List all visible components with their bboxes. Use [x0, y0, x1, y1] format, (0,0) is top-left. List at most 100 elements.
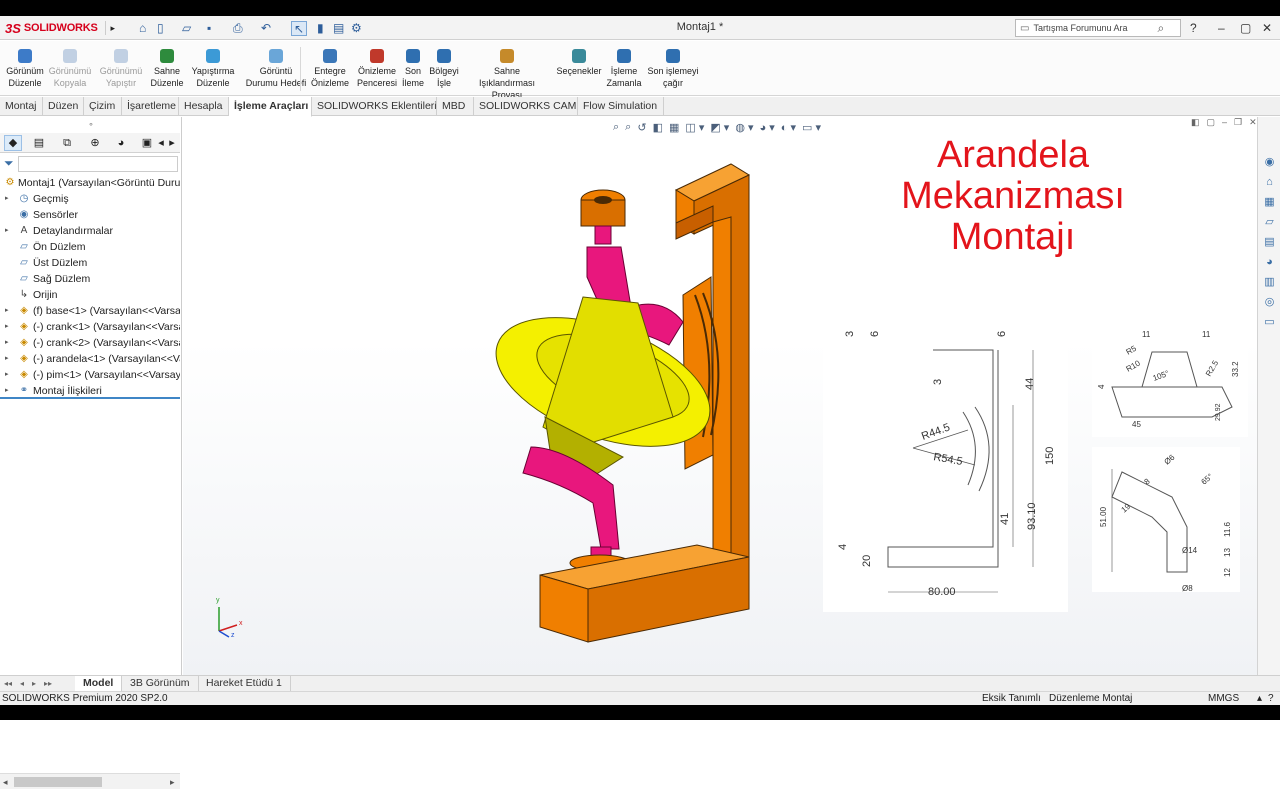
tree-item[interactable]: ⚙ Montaj1 (Varsayılan<Görüntü Durumu	[0, 175, 180, 191]
home-tab-icon[interactable]: ⌂	[1262, 175, 1277, 190]
featuremanager-tab-icon[interactable]: ◆	[4, 135, 22, 151]
tree-item[interactable]: ▸ ◈ (f) base<1> (Varsayılan<<Varsayıl	[0, 303, 180, 319]
tree-item[interactable]: ↳ Orijin	[0, 287, 180, 303]
expand-arrow-icon[interactable]: ▸	[5, 351, 9, 367]
help-icon[interactable]: ?	[1190, 21, 1197, 36]
tab-5[interactable]: İşleme Araçları	[229, 97, 312, 117]
tab-0[interactable]: Montaj	[0, 97, 43, 116]
restore-window-icon[interactable]: ▢	[1240, 21, 1251, 36]
triad-y-label: y	[216, 597, 220, 604]
solidworks-forum-icon[interactable]: ◎	[1262, 295, 1277, 310]
tab-7[interactable]: MBD	[437, 97, 474, 116]
ribbon-button-12[interactable]: İşleme Zamanla	[604, 49, 644, 89]
new-document-icon[interactable]: ▯	[157, 21, 164, 36]
tree-item[interactable]: ▸ ◈ (-) crank<1> (Varsayılan<<Varsay	[0, 319, 180, 335]
expand-arrow-icon[interactable]: ▸	[5, 335, 9, 351]
expand-arrow-icon[interactable]: ▸	[5, 367, 9, 383]
close-window-icon[interactable]: ✕	[1262, 21, 1272, 36]
file-explorer-icon[interactable]: ▱	[1262, 215, 1277, 230]
tab-2[interactable]: Çizim	[84, 97, 122, 116]
ribbon-button-2[interactable]: Görünümü Yapıştır	[97, 49, 145, 89]
appearances-icon[interactable]: ◕	[1262, 255, 1277, 270]
undo-icon[interactable]: ↶	[261, 21, 271, 36]
save-icon[interactable]: ▪	[207, 21, 211, 36]
cam-tab-icon[interactable]: ▣	[138, 135, 156, 151]
ribbon-button-13[interactable]: Son işlemeyi çağır	[645, 49, 701, 89]
minimize-window-icon[interactable]: –	[1218, 21, 1225, 36]
bottom-tab-2[interactable]: Hareket Etüdü 1	[198, 676, 291, 692]
select-icon[interactable]: ↖	[291, 21, 307, 36]
next-tab-icon[interactable]: ▸	[32, 676, 36, 692]
ribbon-button-9[interactable]: Bölgeyi İşle	[427, 49, 461, 89]
expand-arrow-icon[interactable]: ▸	[5, 319, 9, 335]
expand-arrow-icon[interactable]: ▸	[5, 303, 9, 319]
first-tab-icon[interactable]: ◂◂	[4, 676, 12, 692]
propertymanager-tab-icon[interactable]: ▤	[30, 135, 48, 151]
design-library-icon[interactable]: ▦	[1262, 195, 1277, 210]
tab-scroll-left-icon[interactable]: ◂	[156, 135, 166, 151]
ribbon-button-11[interactable]: Seçenekler	[554, 49, 604, 77]
options-gear-icon[interactable]: ⚙	[351, 21, 362, 36]
view-palette-icon[interactable]: ▤	[1262, 235, 1277, 250]
tab-1[interactable]: Düzen	[43, 97, 84, 116]
ribbon-button-1[interactable]: Görünümü Kopyala	[47, 49, 93, 89]
display-manager-tab-icon[interactable]: ◕	[112, 135, 130, 151]
tab-4[interactable]: Hesapla	[179, 97, 229, 116]
bottom-tab-0[interactable]: Model	[75, 676, 123, 692]
tab-scroll-right-icon[interactable]: ▸	[167, 135, 177, 151]
help-balloon-icon[interactable]: ?	[1268, 692, 1274, 705]
rebuild-icon[interactable]: ▮	[317, 21, 324, 36]
scrollbar-thumb[interactable]	[14, 777, 102, 787]
print-icon[interactable]: ⎙	[233, 21, 243, 36]
menu-expand-icon[interactable]: ▸	[105, 21, 115, 35]
forum-chat-icon[interactable]: ▭	[1262, 315, 1277, 330]
scroll-left-icon[interactable]: ◂	[3, 774, 8, 790]
bottom-tab-1[interactable]: 3B Görünüm	[122, 676, 199, 692]
tree-item-label: Üst Düzlem	[33, 257, 88, 269]
ribbon-button-8[interactable]: Son İleme	[399, 49, 427, 89]
ribbon-button-5[interactable]: Görüntü Durumu Hedefi	[244, 49, 308, 89]
ribbon-button-7[interactable]: Önizleme Penceresi	[355, 49, 399, 89]
tree-item[interactable]: ▱ Sağ Düzlem	[0, 271, 180, 287]
ribbon-button-6[interactable]: Entegre Önizleme	[306, 49, 354, 89]
tab-8[interactable]: SOLIDWORKS CAM	[474, 97, 578, 116]
tree-item[interactable]: ▸ ◈ (-) pim<1> (Varsayılan<<Varsayıl	[0, 367, 180, 383]
configurationmanager-tab-icon[interactable]: ⧉	[58, 135, 76, 151]
tree-item[interactable]: ▸ ◈ (-) arandela<1> (Varsayılan<<Va	[0, 351, 180, 367]
file-properties-icon[interactable]: ▤	[333, 21, 344, 36]
prev-tab-icon[interactable]: ◂	[20, 676, 24, 692]
tree-item[interactable]: ▸ A Detaylandırmalar	[0, 223, 180, 239]
forum-search-input[interactable]	[1033, 23, 1154, 33]
ribbon-button-3[interactable]: Sahne Düzenle	[150, 49, 184, 89]
ribbon-button-4[interactable]: Yapıştırma Düzenle	[186, 49, 240, 89]
custom-properties-icon[interactable]: ▥	[1262, 275, 1277, 290]
horizontal-scrollbar[interactable]: ◂ ▸	[0, 773, 180, 789]
tab-9[interactable]: Flow Simulation	[578, 97, 664, 116]
last-tab-icon[interactable]: ▸▸	[44, 676, 52, 692]
tree-item[interactable]: ▸ ◈ (-) crank<2> (Varsayılan<<Varsay	[0, 335, 180, 351]
tree-item[interactable]: ▸ ◷ Geçmiş	[0, 191, 180, 207]
tree-filter-input[interactable]	[18, 156, 178, 172]
home-icon[interactable]: ⌂	[139, 21, 146, 36]
forum-search-box[interactable]: ▭ ⌕	[1015, 19, 1181, 37]
scroll-right-icon[interactable]: ▸	[170, 774, 175, 790]
tree-item[interactable]: ◉ Sensörler	[0, 207, 180, 223]
expand-arrow-icon[interactable]: ▸	[5, 223, 9, 239]
status-units[interactable]: MMGS	[1208, 692, 1239, 705]
tab-6[interactable]: SOLIDWORKS Eklentileri	[312, 97, 437, 116]
dimxpert-tab-icon[interactable]: ⊕	[86, 135, 104, 151]
filter-icon[interactable]: ⏷	[4, 156, 14, 171]
solidworks-logo[interactable]: 3S SOLIDWORKS	[5, 19, 98, 37]
expand-arrow-icon[interactable]: ▸	[5, 191, 9, 207]
solidworks-resources-icon[interactable]: ◉	[1262, 155, 1277, 170]
tab-3[interactable]: İşaretleme	[122, 97, 179, 116]
search-icon[interactable]: ⌕	[1157, 21, 1164, 36]
open-folder-icon[interactable]: ▱	[182, 21, 191, 36]
ribbon-button-0[interactable]: Görünüm Düzenle	[3, 49, 47, 89]
pane-grip[interactable]: ⚬	[0, 117, 182, 133]
tree-item[interactable]: ▱ Ön Düzlem	[0, 239, 180, 255]
graphics-area[interactable]: ⌕ ⌕ ↺ ◧ ▦ ◫ ▾ ◩ ▾ ◍ ▾ ◕ ▾ ◐ ▾ ▭ ▾ ◧ ▢ – …	[183, 117, 1257, 677]
status-units-arrow-icon[interactable]: ▴	[1257, 692, 1262, 705]
ribbon-button-10[interactable]: Sahne Işıklandırması Provası	[465, 49, 549, 101]
tree-item[interactable]: ▱ Üst Düzlem	[0, 255, 180, 271]
